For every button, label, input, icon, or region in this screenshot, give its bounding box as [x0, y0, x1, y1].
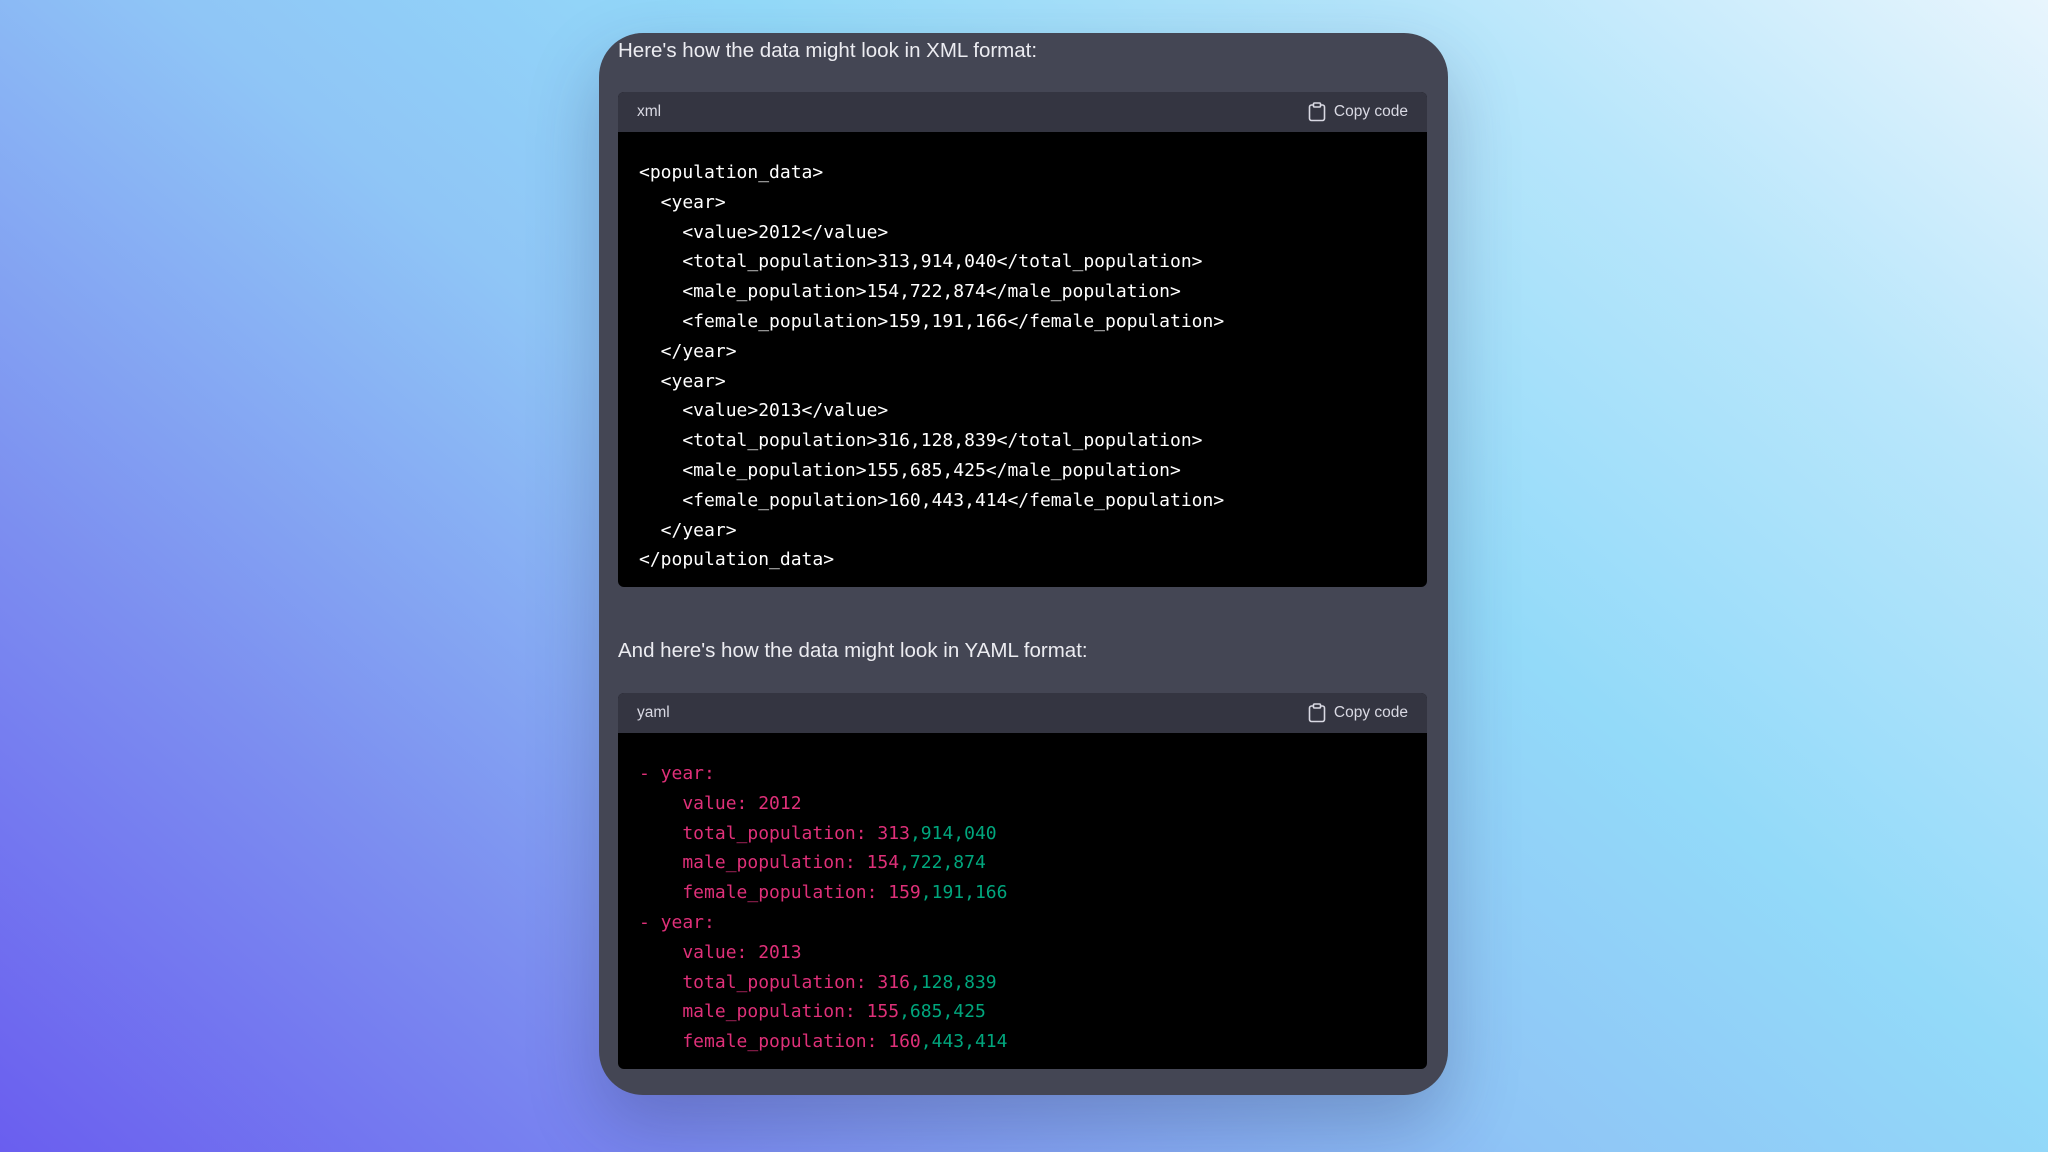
- xml-code-line: <total_population>313,914,040</total_pop…: [639, 251, 1203, 273]
- xml-code-block: xml Copy code <population_data> <year> <…: [618, 92, 1427, 587]
- xml-code-header: xml Copy code: [618, 92, 1427, 132]
- yaml-number-rest: ,722,874: [899, 852, 986, 874]
- xml-code-line: <value>2012</value>: [639, 221, 889, 243]
- yaml-number-head: 2013: [758, 941, 802, 963]
- xml-code-line: <male_population>155,685,425</male_popul…: [639, 459, 1181, 481]
- xml-code-line: <year>: [639, 370, 726, 392]
- yaml-number-head: 313: [877, 822, 910, 844]
- xml-code-line: </year>: [639, 519, 737, 541]
- yaml-number-head: 155: [866, 1001, 900, 1023]
- yaml-number-rest: ,443,414: [920, 1031, 1008, 1053]
- yaml-code-line: - year:: [639, 759, 1406, 789]
- yaml-number-head: 159: [888, 882, 921, 904]
- xml-code-line: <total_population>316,128,839</total_pop…: [639, 430, 1203, 452]
- xml-code-line: <female_population>160,443,414</female_p…: [639, 489, 1225, 511]
- xml-code-line: <male_population>154,722,874</male_popul…: [639, 281, 1181, 303]
- yaml-code-line: female_population: 159,191,166: [639, 878, 1406, 908]
- yaml-number-head: 316: [877, 971, 910, 993]
- yaml-code-content: - year: value: 2012 total_population: 31…: [618, 733, 1427, 1057]
- xml-code-content: <population_data> <year> <value>2012</va…: [618, 132, 1427, 575]
- yaml-code-line: - year:: [639, 908, 1406, 938]
- intro-xml-text: Here's how the data might look in XML fo…: [618, 39, 1038, 62]
- yaml-key: value:: [639, 792, 759, 814]
- yaml-key: male_population:: [639, 1001, 867, 1023]
- yaml-code-line: male_population: 155,685,425: [639, 997, 1406, 1027]
- yaml-number-head: 2012: [758, 792, 802, 814]
- yaml-key: female_population:: [639, 882, 889, 904]
- yaml-code-line: female_population: 160,443,414: [639, 1027, 1406, 1057]
- intro-yaml-text: And here's how the data might look in YA…: [618, 639, 1088, 662]
- yaml-number-rest: ,914,040: [909, 822, 997, 844]
- yaml-code-block: yaml Copy code - year: value: 2012 total…: [618, 693, 1427, 1069]
- yaml-key: total_population:: [639, 822, 878, 844]
- yaml-key: - year:: [639, 911, 715, 933]
- clipboard-icon: [1308, 102, 1326, 122]
- xml-copy-code-button[interactable]: Copy code: [1308, 101, 1408, 123]
- xml-code-line: <value>2013</value>: [639, 400, 889, 422]
- xml-language-label: xml: [637, 103, 662, 120]
- chat-message-card: Here's how the data might look in XML fo…: [599, 33, 1448, 1095]
- yaml-code-line: value: 2013: [639, 938, 1406, 968]
- yaml-key: total_population:: [639, 971, 878, 993]
- xml-code-line: <population_data>: [639, 162, 824, 183]
- yaml-code-line: value: 2012: [639, 789, 1406, 819]
- xml-code-line: </population_data>: [639, 549, 835, 571]
- yaml-key: female_population:: [639, 1031, 889, 1053]
- yaml-code-line: total_population: 313,914,040: [639, 819, 1406, 849]
- yaml-key: male_population:: [639, 852, 867, 874]
- yaml-language-label: yaml: [637, 704, 670, 721]
- yaml-number-head: 154: [866, 852, 900, 874]
- yaml-code-line: total_population: 316,128,839: [639, 968, 1406, 998]
- yaml-code-line: male_population: 154,722,874: [639, 848, 1406, 878]
- yaml-number-rest: ,685,425: [899, 1001, 986, 1023]
- clipboard-icon: [1308, 703, 1326, 723]
- yaml-copy-code-label: Copy code: [1333, 704, 1408, 722]
- yaml-number-rest: ,191,166: [920, 882, 1008, 904]
- xml-code-line: </year>: [639, 340, 737, 362]
- xml-copy-code-label: Copy code: [1333, 103, 1408, 121]
- yaml-key: value:: [639, 941, 759, 963]
- yaml-number-head: 160: [888, 1031, 921, 1053]
- xml-code-line: <year>: [639, 191, 726, 213]
- yaml-code-header: yaml Copy code: [618, 693, 1427, 733]
- xml-code-line: <female_population>159,191,166</female_p…: [639, 310, 1225, 332]
- yaml-copy-code-button[interactable]: Copy code: [1308, 702, 1408, 724]
- yaml-number-rest: ,128,839: [909, 971, 997, 993]
- yaml-key: - year:: [639, 763, 715, 784]
